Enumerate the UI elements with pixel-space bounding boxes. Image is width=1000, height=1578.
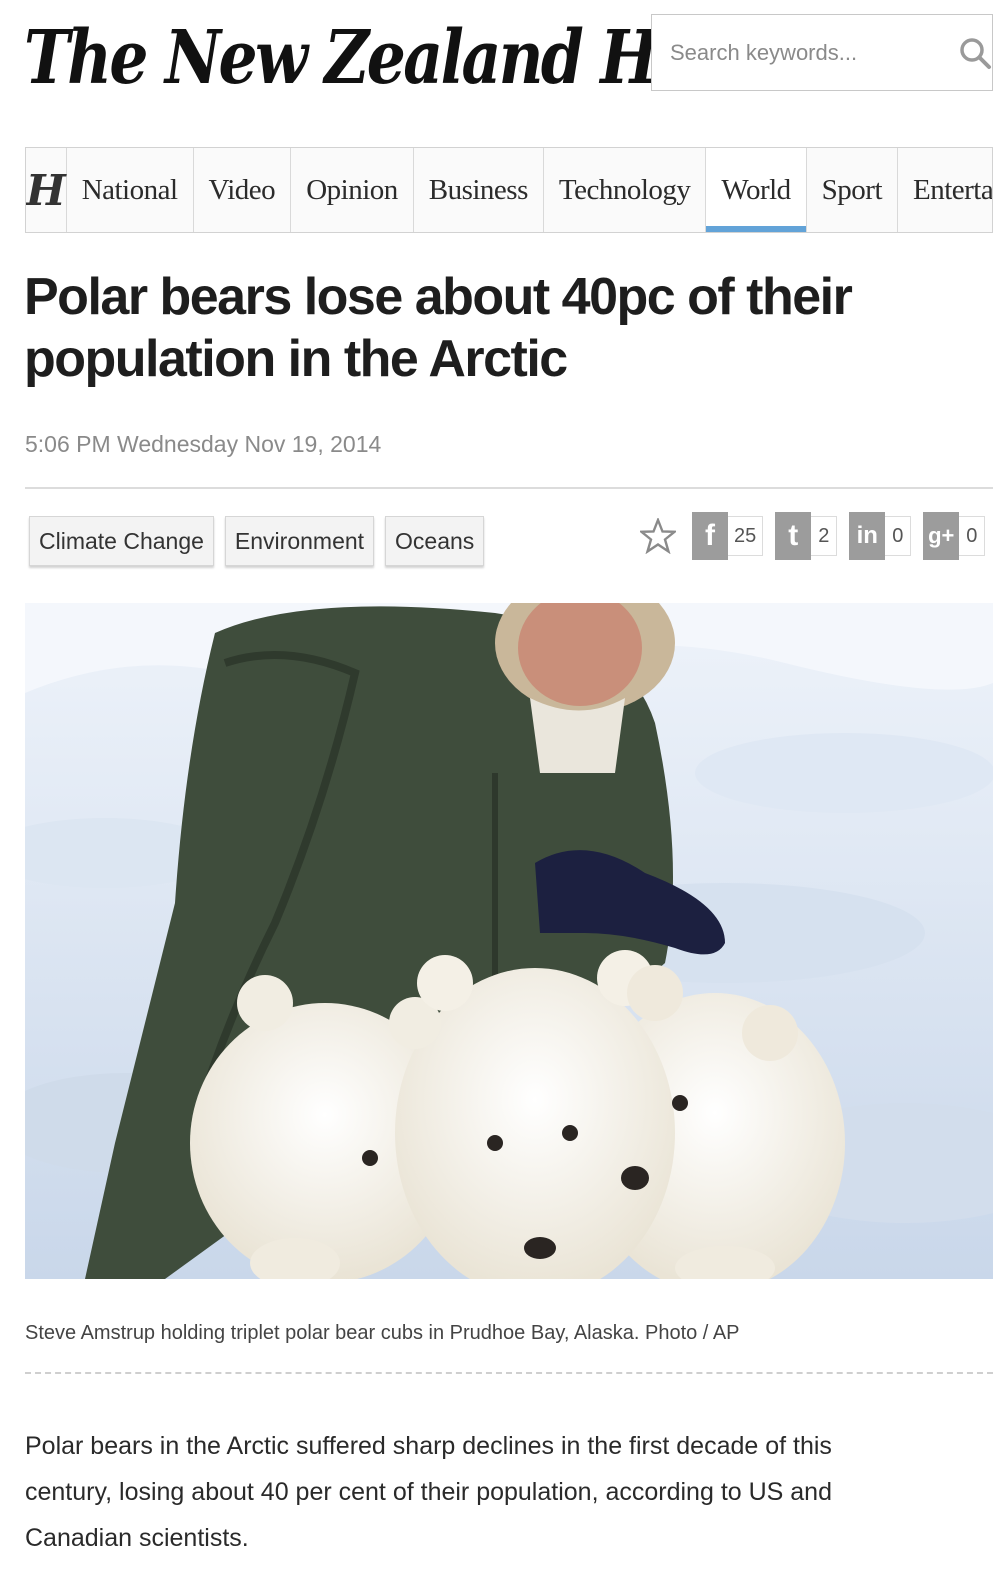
linkedin-icon: in [849,512,886,560]
nav-item-business[interactable]: Business [414,148,544,232]
facebook-share-button[interactable]: f 25 [692,512,764,560]
nav-item-world[interactable]: World [706,148,807,232]
share-bar: f 25 t 2 in 0 g+ 0 [636,511,994,561]
twitter-share-button[interactable]: t 2 [775,512,838,560]
article-photo [25,603,993,1279]
article-dateline: 5:06 PM Wednesday Nov 19, 2014 [25,431,382,457]
linkedin-share-button[interactable]: in 0 [849,512,912,560]
nav-item-national[interactable]: National [67,148,194,232]
home-logo-icon[interactable]: H [26,148,67,232]
nav-item-technology[interactable]: Technology [544,148,707,232]
search-box[interactable] [651,14,993,91]
tag-climate-change[interactable]: Climate Change [29,516,214,566]
main-nav: H National Video Opinion Business Techno… [25,147,993,233]
googleplus-icon: g+ [923,512,960,560]
tag-environment[interactable]: Environment [224,516,375,566]
nav-item-video[interactable]: Video [194,148,292,232]
article-headline: Polar bears lose about 40pc of their pop… [24,268,853,388]
twitter-count: 2 [811,516,838,556]
googleplus-count: 0 [959,516,986,556]
site-masthead[interactable]: The New Zealand Herald [24,8,823,108]
dashed-divider [25,1372,993,1374]
article-body-paragraph: Polar bears in the Arctic suffered sharp… [25,1432,832,1552]
tag-oceans[interactable]: Oceans [385,516,485,566]
search-icon[interactable] [958,15,992,90]
divider [25,487,993,489]
nav-item-entertainment[interactable]: Entertainmen [898,148,992,232]
linkedin-count: 0 [885,516,912,556]
star-icon[interactable] [636,511,680,561]
nav-item-opinion[interactable]: Opinion [291,148,414,232]
twitter-icon: t [775,512,812,560]
article-tags: Climate Change Environment Oceans [29,516,485,566]
googleplus-share-button[interactable]: g+ 0 [923,512,986,560]
facebook-count: 25 [728,516,764,556]
nav-item-sport[interactable]: Sport [807,148,898,232]
search-input[interactable] [652,15,958,90]
photo-caption: Steve Amstrup holding triplet polar bear… [25,1322,740,1344]
facebook-icon: f [692,512,728,560]
